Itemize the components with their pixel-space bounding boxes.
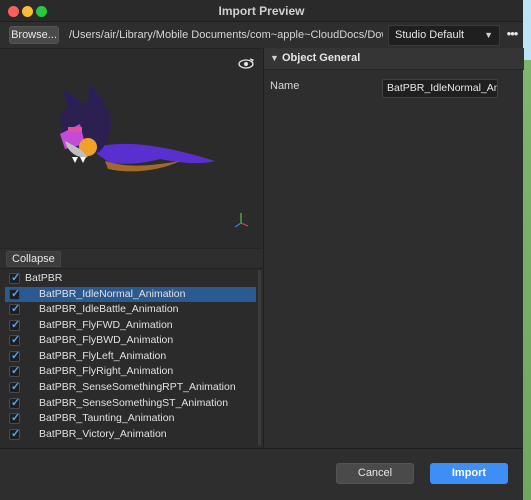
tree-item[interactable]: ✓ BatPBR_IdleBattle_Animation	[0, 302, 257, 317]
checkmark-icon: ✓	[11, 288, 21, 300]
tree-scrollbar[interactable]	[258, 270, 261, 446]
title-bar: Import Preview	[0, 0, 523, 22]
checkbox[interactable]: ✓	[9, 334, 21, 346]
tree-item-label: BatPBR_Taunting_Animation	[39, 412, 175, 424]
collapse-button[interactable]: Collapse	[6, 251, 61, 267]
file-path-field[interactable]: /Users/air/Library/Mobile Documents/com~…	[66, 25, 383, 45]
checkbox[interactable]: ✓	[9, 319, 21, 331]
tree-item-label: BatPBR_FlyLeft_Animation	[39, 350, 167, 362]
name-label: Name	[270, 80, 300, 92]
checkmark-icon: ✓	[11, 272, 21, 284]
chevron-down-icon: ▼	[484, 30, 493, 40]
window-title: Import Preview	[218, 4, 305, 18]
more-options-button[interactable]: •••	[503, 25, 521, 45]
name-field[interactable]: BatPBR_IdleNormal_Animation	[382, 79, 498, 98]
collapse-bar: Collapse	[0, 248, 262, 268]
tree-item[interactable]: ✓ BatPBR_FlyFWD_Animation	[0, 318, 257, 333]
tree-item[interactable]: ✓ BatPBR_FlyLeft_Animation	[0, 349, 257, 364]
checkmark-icon: ✓	[11, 381, 21, 393]
cancel-button[interactable]: Cancel	[336, 463, 414, 484]
tree-item-label: BatPBR_SenseSomethingRPT_Animation	[39, 381, 236, 393]
import-preview-window: Import Preview Browse... /Users/air/Libr…	[0, 0, 524, 500]
tree-item[interactable]: ✓ BatPBR_SenseSomethingST_Animation	[0, 396, 257, 411]
toolbar: Browse... /Users/air/Library/Mobile Docu…	[0, 22, 523, 48]
tree-root-label: BatPBR	[25, 272, 63, 284]
tree-item-label: BatPBR_Victory_Animation	[39, 428, 167, 440]
model-preview-viewport[interactable]	[0, 48, 262, 248]
tree-item-label: BatPBR_FlyRight_Animation	[39, 365, 174, 377]
checkbox[interactable]: ✓	[9, 350, 21, 362]
browse-button[interactable]: Browse...	[9, 26, 59, 44]
preset-dropdown[interactable]: Studio Default ▼	[388, 25, 500, 46]
import-button[interactable]: Import	[430, 463, 508, 484]
bat-model-preview	[60, 84, 215, 172]
axis-gizmo-icon	[234, 213, 249, 228]
checkbox[interactable]: ✓	[9, 397, 21, 409]
checkmark-icon: ✓	[11, 334, 21, 346]
checkbox[interactable]: ✓	[9, 303, 21, 315]
checkmark-icon: ✓	[11, 303, 21, 315]
properties-panel: ▼ Object General Name BatPBR_IdleNormal_…	[263, 48, 524, 448]
checkmark-icon: ✓	[11, 397, 21, 409]
dialog-footer: Cancel Import	[0, 448, 523, 500]
tree-item[interactable]: ✓ BatPBR_FlyRight_Animation	[0, 364, 257, 379]
object-general-section-header[interactable]: ▼ Object General	[264, 48, 524, 70]
tree-item-label: BatPBR_IdleBattle_Animation	[39, 303, 179, 315]
checkmark-icon: ✓	[11, 319, 21, 331]
checkmark-icon: ✓	[11, 350, 21, 362]
orbit-rotate-icon[interactable]	[238, 56, 254, 72]
tree-item[interactable]: ✓ BatPBR_Taunting_Animation	[0, 411, 257, 426]
tree-root-row[interactable]: ✓ BatPBR	[0, 271, 257, 286]
chevron-down-icon: ▼	[270, 53, 279, 63]
tree-item[interactable]: ✓ BatPBR_FlyBWD_Animation	[0, 333, 257, 348]
checkmark-icon: ✓	[11, 365, 21, 377]
checkbox[interactable]: ✓	[9, 381, 21, 393]
preset-dropdown-value: Studio Default	[395, 29, 465, 41]
tree-item[interactable]: ✓ BatPBR_Victory_Animation	[0, 427, 257, 442]
checkbox[interactable]: ✓	[9, 412, 21, 424]
checkbox[interactable]: ✓	[9, 272, 21, 284]
tree-item-label: BatPBR_FlyBWD_Animation	[39, 334, 174, 346]
checkbox[interactable]: ✓	[9, 288, 21, 300]
checkmark-icon: ✓	[11, 428, 21, 440]
checkbox[interactable]: ✓	[9, 428, 21, 440]
section-title: Object General	[282, 52, 361, 64]
tree-item[interactable]: ✓ BatPBR_SenseSomethingRPT_Animation	[0, 380, 257, 395]
tree-item[interactable]: ✓ BatPBR_IdleNormal_Animation	[5, 287, 256, 302]
checkbox[interactable]: ✓	[9, 365, 21, 377]
import-tree: ✓ BatPBR ✓ BatPBR_IdleNormal_Animation ✓…	[0, 268, 262, 448]
tree-item-label: BatPBR_IdleNormal_Animation	[39, 288, 186, 300]
tree-item-label: BatPBR_SenseSomethingST_Animation	[39, 397, 229, 409]
checkmark-icon: ✓	[11, 412, 21, 424]
tree-item-label: BatPBR_FlyFWD_Animation	[39, 319, 173, 331]
